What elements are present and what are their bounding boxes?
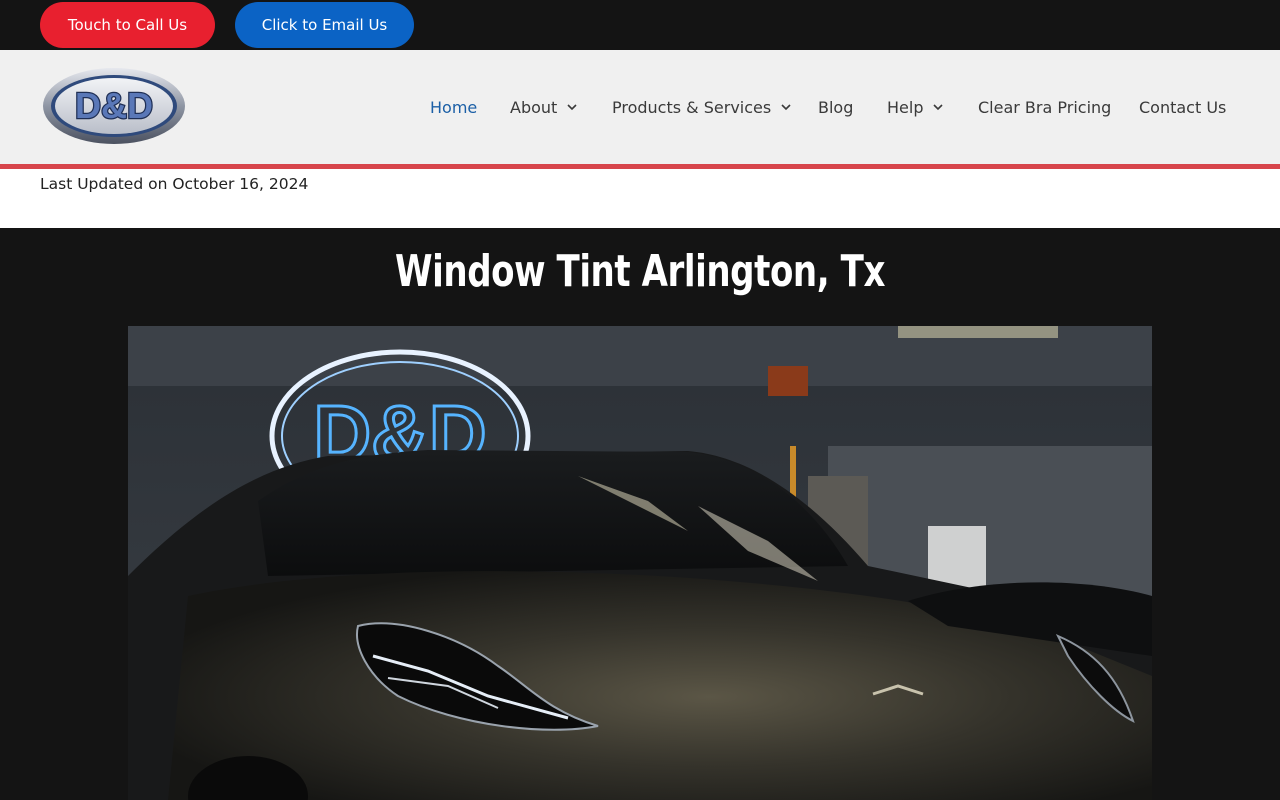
nav-products-services[interactable]: Products & Services [612,94,792,120]
nav-help-label: Help [887,97,924,117]
last-updated-text: Last Updated on October 16, 2024 [40,175,309,193]
nav-clear-bra-label: Clear Bra Pricing [978,97,1112,117]
nav-products-label: Products & Services [612,97,772,117]
logo-text: D&D [75,85,153,126]
page-title: Window Tint Arlington, Tx [395,246,885,297]
header-divider [0,164,1280,169]
nav-contact-us[interactable]: Contact Us [1139,94,1226,120]
nav-clear-bra-pricing[interactable]: Clear Bra Pricing [978,94,1111,120]
nav-help[interactable]: Help [887,94,944,120]
nav-about-label: About [510,97,558,117]
hero-image: D&D [128,326,1152,800]
nav-home-label: Home [430,97,478,117]
email-button[interactable]: Click to Email Us [235,2,414,48]
chevron-down-icon [932,101,944,113]
chevron-down-icon [780,101,792,113]
nav-about[interactable]: About [510,94,578,120]
nav-contact-label: Contact Us [1139,97,1227,117]
top-bar: Touch to Call Us Click to Email Us [0,0,1280,50]
chevron-down-icon [566,101,578,113]
site-logo[interactable]: D&D [42,66,186,146]
nav-blog[interactable]: Blog [818,94,853,120]
nav-home[interactable]: Home [430,94,477,120]
call-button[interactable]: Touch to Call Us [40,2,215,48]
nav-blog-label: Blog [818,97,854,117]
